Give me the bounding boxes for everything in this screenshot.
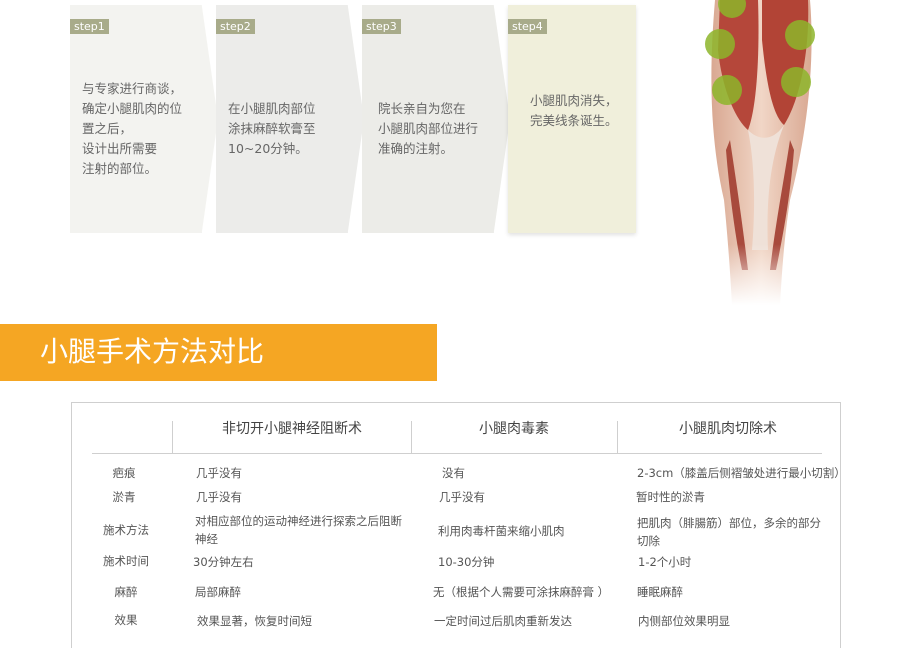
column-header: 小腿肌肉切除术	[679, 421, 777, 437]
table-cell: 没有	[442, 466, 465, 480]
step-text: 在小腿肌肉部位 涂抹麻醉软膏至 10~20分钟。	[228, 101, 316, 156]
step-tag: step2	[216, 19, 255, 34]
table-cell: 效果显著，恢复时间短	[197, 614, 312, 628]
column-header: 非切开小腿神经阻断术	[222, 421, 362, 437]
table-cell: 几乎没有	[196, 490, 242, 504]
step-text: 与专家进行商谈， 确定小腿肌肉的位 置之后， 设计出所需要 注射的部位。	[82, 81, 183, 176]
table-cell: 把肌肉（腓腸筋）部位，多余的部分切除	[637, 516, 821, 548]
table-cell: 无（根据个人需要可涂抹麻醉膏 ）	[433, 585, 610, 599]
row-label: 麻醉	[114, 585, 138, 599]
row-label: 疤痕	[112, 466, 136, 480]
step-card-4: step4 小腿肌肉消失， 完美线条诞生。	[508, 5, 636, 233]
table-cell: 内侧部位效果明显	[638, 614, 730, 628]
step-text: 院长亲自为您在 小腿肌肉部位进行 准确的注射。	[378, 101, 479, 156]
table-cell: 几乎没有	[196, 466, 242, 480]
step-card-2: step2 在小腿肌肉部位 涂抹麻醉软膏至 10~20分钟。	[216, 5, 364, 233]
row-label: 效果	[114, 613, 138, 627]
section-header-bar: 小腿手术方法对比	[0, 324, 437, 381]
step-tag: step4	[508, 19, 547, 34]
table-cell: 30分钟左右	[193, 555, 254, 569]
table-cell: 一定时间过后肌肉重新发达	[434, 614, 572, 628]
table-cell: 利用肉毒杆菌来缩小肌肉	[438, 524, 565, 538]
table-cell: 几乎没有	[439, 490, 485, 504]
calf-muscle-illustration	[690, 0, 830, 305]
row-label: 施术方法	[103, 523, 149, 537]
column-header: 小腿肉毒素	[479, 421, 549, 437]
step-tag: step3	[362, 19, 401, 34]
step-card-1: step1 与专家进行商谈， 确定小腿肌肉的位 置之后， 设计出所需要 注射的部…	[70, 5, 218, 233]
table-cell: 暂时性的淤青	[636, 490, 705, 504]
row-label: 施术时间	[103, 554, 149, 568]
table-cell: 10-30分钟	[438, 555, 495, 569]
step-card-3: step3 院长亲自为您在 小腿肌肉部位进行 准确的注射。	[362, 5, 510, 233]
section-title: 小腿手术方法对比	[40, 335, 265, 368]
row-label: 淤青	[112, 490, 136, 504]
table-header-rule	[92, 453, 822, 454]
table-cell: 局部麻醉	[195, 585, 241, 599]
table-cell: 对相应部位的运动神经进行探索之后阻断神经	[195, 514, 402, 546]
table-cell: 2-3cm（膝盖后侧褶皱处进行最小切割）	[637, 466, 846, 480]
table-cell: 1-2个小时	[638, 555, 692, 569]
step-tag: step1	[70, 19, 109, 34]
procedure-steps: step1 与专家进行商谈， 确定小腿肌肉的位 置之后， 设计出所需要 注射的部…	[0, 0, 650, 240]
step-text: 小腿肌肉消失， 完美线条诞生。	[530, 93, 618, 128]
table-cell: 睡眠麻醉	[637, 585, 683, 599]
